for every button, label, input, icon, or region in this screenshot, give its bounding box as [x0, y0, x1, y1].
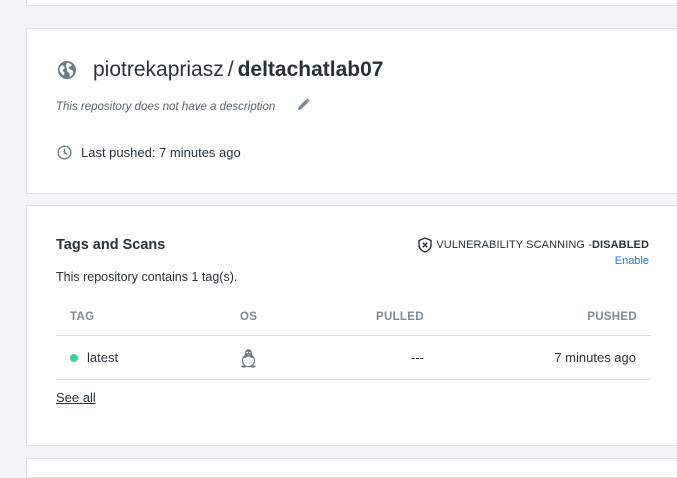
linux-icon: [240, 348, 257, 368]
repository-owner[interactable]: piotrekapriasz: [93, 58, 224, 82]
repository-name: deltachatlab07: [237, 58, 384, 81]
vulnerability-scanning-status: VULNERABILITY SCANNING - DISABLED: [418, 237, 649, 253]
see-all-tags-link[interactable]: See all: [56, 390, 96, 405]
tag-count-text: This repository contains 1 tag(s).: [56, 270, 238, 284]
edit-description-pencil-icon[interactable]: [297, 98, 310, 111]
repository-separator: /: [227, 58, 234, 81]
column-header-pulled: PULLED: [376, 311, 424, 323]
tag-name-link[interactable]: latest: [87, 350, 118, 365]
repository-header-card: piotrekapriasz / deltachatlab07 This rep…: [26, 28, 677, 194]
tags-table: TAG OS PULLED PUSHED latest --- 7 minute…: [56, 299, 651, 380]
enable-scanning-link[interactable]: Enable: [615, 255, 649, 267]
tag-pulled-value: ---: [411, 350, 424, 365]
column-header-pushed: PUSHED: [587, 311, 637, 323]
tags-section-title: Tags and Scans: [56, 237, 166, 253]
column-header-tag: TAG: [70, 311, 95, 323]
tag-pushed-value: 7 minutes ago: [554, 350, 636, 365]
globe-icon: [57, 60, 77, 80]
repository-description: This repository does not have a descript…: [56, 100, 276, 113]
repository-description-row: This repository does not have a descript…: [56, 98, 310, 113]
tag-status-dot: [70, 354, 78, 362]
clock-icon: [57, 145, 72, 160]
repository-title: piotrekapriasz / deltachatlab07: [57, 58, 383, 82]
last-pushed-text: Last pushed: 7 minutes ago: [81, 145, 241, 160]
previous-card: [26, 0, 677, 6]
last-pushed-row: Last pushed: 7 minutes ago: [57, 145, 241, 160]
shield-disabled-icon: [418, 237, 433, 253]
tags-table-header: TAG OS PULLED PUSHED: [56, 299, 651, 336]
column-header-os: OS: [240, 311, 258, 323]
tags-and-scans-card: Tags and Scans VULNERABILITY SCANNING - …: [26, 205, 677, 446]
next-card: [26, 458, 677, 478]
table-row: latest --- 7 minutes ago: [56, 336, 651, 380]
vulnerability-scanning-label: VULNERABILITY SCANNING -: [436, 239, 592, 251]
vulnerability-scanning-state: DISABLED: [591, 239, 649, 251]
